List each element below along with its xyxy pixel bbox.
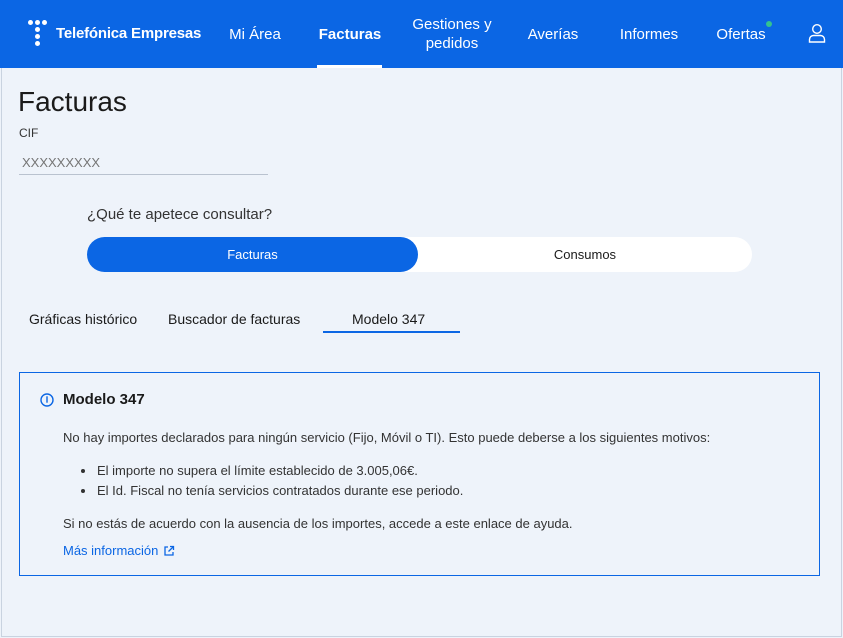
tab-modelo-347[interactable]: Modelo 347 — [352, 311, 425, 327]
user-icon[interactable] — [808, 23, 826, 43]
notification-dot — [766, 21, 772, 27]
nav-item-averias[interactable]: Averías — [518, 0, 588, 68]
link-label: Más información — [63, 543, 159, 558]
consumos-option-button[interactable]: Consumos — [418, 237, 752, 272]
consult-toggle: Facturas Consumos — [87, 237, 752, 272]
nav-item-gestiones-y-pedidos[interactable]: Gestiones y pedidos — [402, 0, 502, 68]
info-icon — [40, 393, 54, 407]
brand-logo[interactable]: Telefónica Empresas — [28, 20, 201, 46]
top-navigation-bar: Telefónica Empresas Mi Área Facturas Ges… — [0, 0, 843, 68]
nav-item-informes[interactable]: Informes — [612, 0, 686, 68]
consult-question: ¿Qué te apetece consultar? — [87, 206, 273, 223]
bullet-dot — [81, 469, 85, 473]
cif-label: CIF — [19, 126, 39, 140]
card-footer-text: Si no estás de acuerdo con la ausencia d… — [63, 516, 573, 531]
reason-item: El importe no supera el límite estableci… — [97, 463, 418, 478]
nav-item-facturas[interactable]: Facturas — [310, 0, 390, 68]
active-tab-indicator — [323, 331, 460, 333]
mas-informacion-link[interactable]: Más información — [63, 543, 175, 558]
page-title: Facturas — [18, 86, 127, 117]
external-link-icon — [164, 545, 175, 556]
nav-item-ofertas[interactable]: Ofertas — [706, 0, 776, 68]
tab-graficas-historico[interactable]: Gráficas histórico — [29, 311, 137, 327]
tab-buscador-de-facturas[interactable]: Buscador de facturas — [168, 311, 300, 327]
bullet-dot — [81, 489, 85, 493]
brand-name: Telefónica Empresas — [56, 24, 202, 42]
card-intro-text: No hay importes declarados para ningún s… — [63, 430, 711, 445]
facturas-option-button[interactable]: Facturas — [87, 237, 418, 272]
reason-item: El Id. Fiscal no tenía servicios contrat… — [97, 483, 464, 498]
telefonica-logo-icon — [28, 20, 50, 46]
cif-input[interactable] — [19, 150, 268, 175]
nav-item-mi-area[interactable]: Mi Área — [220, 0, 290, 68]
card-title: Modelo 347 — [63, 391, 145, 408]
